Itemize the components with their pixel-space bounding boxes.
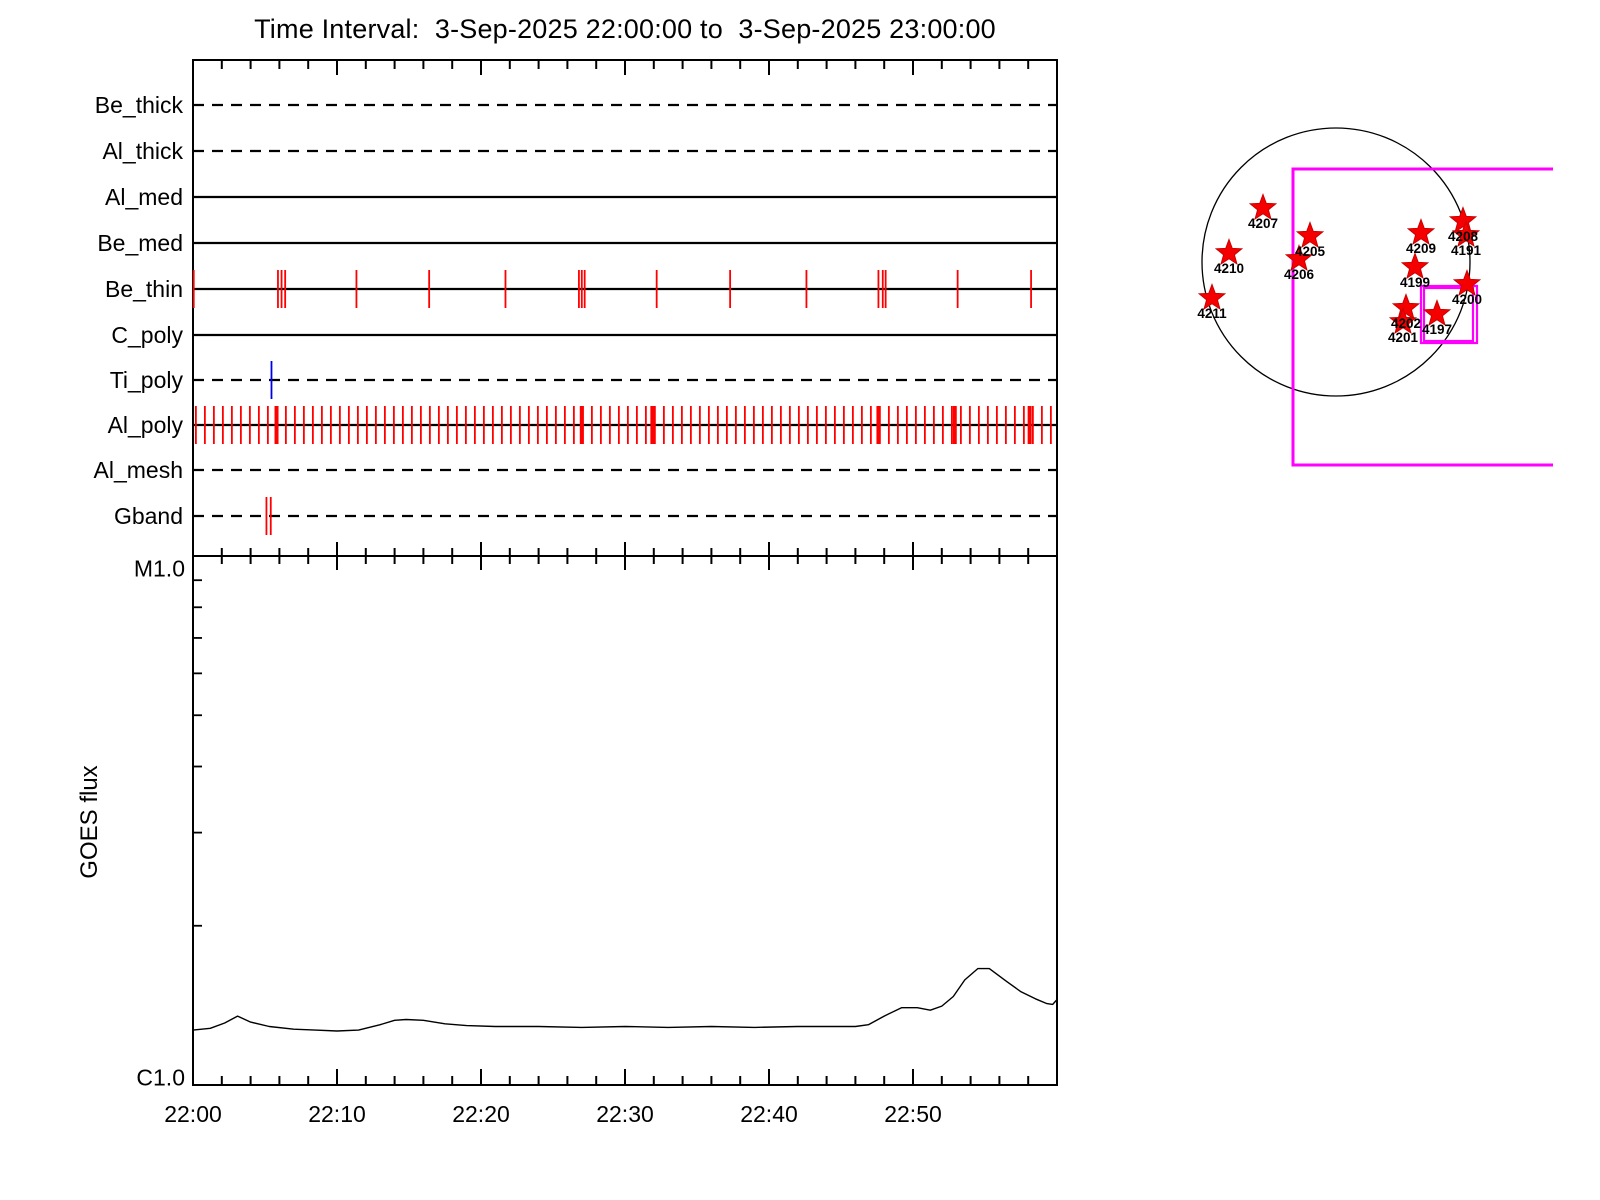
star-label-4197: 4197 [1422,322,1452,337]
xtick-label-22:00: 22:00 [164,1101,222,1127]
xtick-label-22:50: 22:50 [884,1101,942,1127]
filter-label-Al_med: Al_med [105,184,183,210]
star-label-4200: 4200 [1452,292,1482,307]
xtick-label-22:30: 22:30 [596,1101,654,1127]
star-label-4205: 4205 [1295,244,1326,259]
star-label-4199: 4199 [1400,275,1430,290]
goes-ytick-label-top: M1.0 [133,555,185,582]
filter-label-C_poly: C_poly [111,322,183,348]
goes-flux-curve [192,967,1058,1032]
xtick-label-22:40: 22:40 [740,1101,798,1127]
goes-panel-frame [192,555,1058,1086]
page-title: Time Interval: 3-Sep-2025 22:00:00 to 3-… [254,14,996,44]
goes-yaxis-title: GOES flux [76,765,103,879]
star-label-4202: 4202 [1391,316,1421,331]
star-label-4201: 4201 [1388,330,1419,345]
star-label-4206: 4206 [1284,267,1315,282]
observation-summary-page: Be_thick Al_thick Al_med Be_med Be_thin C_pol… [0,0,1600,1200]
star-label-4208: 4208 [1448,229,1479,244]
star-label-4211: 4211 [1197,306,1227,321]
star-label-4191: 4191 [1451,243,1482,258]
star-label-4207: 4207 [1248,216,1278,231]
filter-label-Al_thick: Al_thick [102,138,183,164]
timeline-panel-frame [192,59,1058,557]
xtick-label-22:20: 22:20 [452,1101,510,1127]
star-label-4209: 4209 [1406,241,1436,256]
filter-label-Ti_poly: Ti_poly [110,367,184,393]
goes-ytick-label-bottom: C1.0 [136,1064,185,1091]
filter-label-Be_thick: Be_thick [95,92,184,118]
filter-label-Al_mesh: Al_mesh [94,457,183,483]
filter-label-Be_med: Be_med [97,230,183,256]
star-label-4210: 4210 [1214,261,1244,276]
xtick-label-22:10: 22:10 [308,1101,366,1127]
filter-label-Be_thin: Be_thin [105,276,183,302]
filter-label-Al_poly: Al_poly [108,412,184,438]
plot-canvas: Be_thick Al_thick Al_med Be_med Be_thin C_pol… [94,59,1553,1127]
filter-label-Gband: Gband [114,503,183,529]
